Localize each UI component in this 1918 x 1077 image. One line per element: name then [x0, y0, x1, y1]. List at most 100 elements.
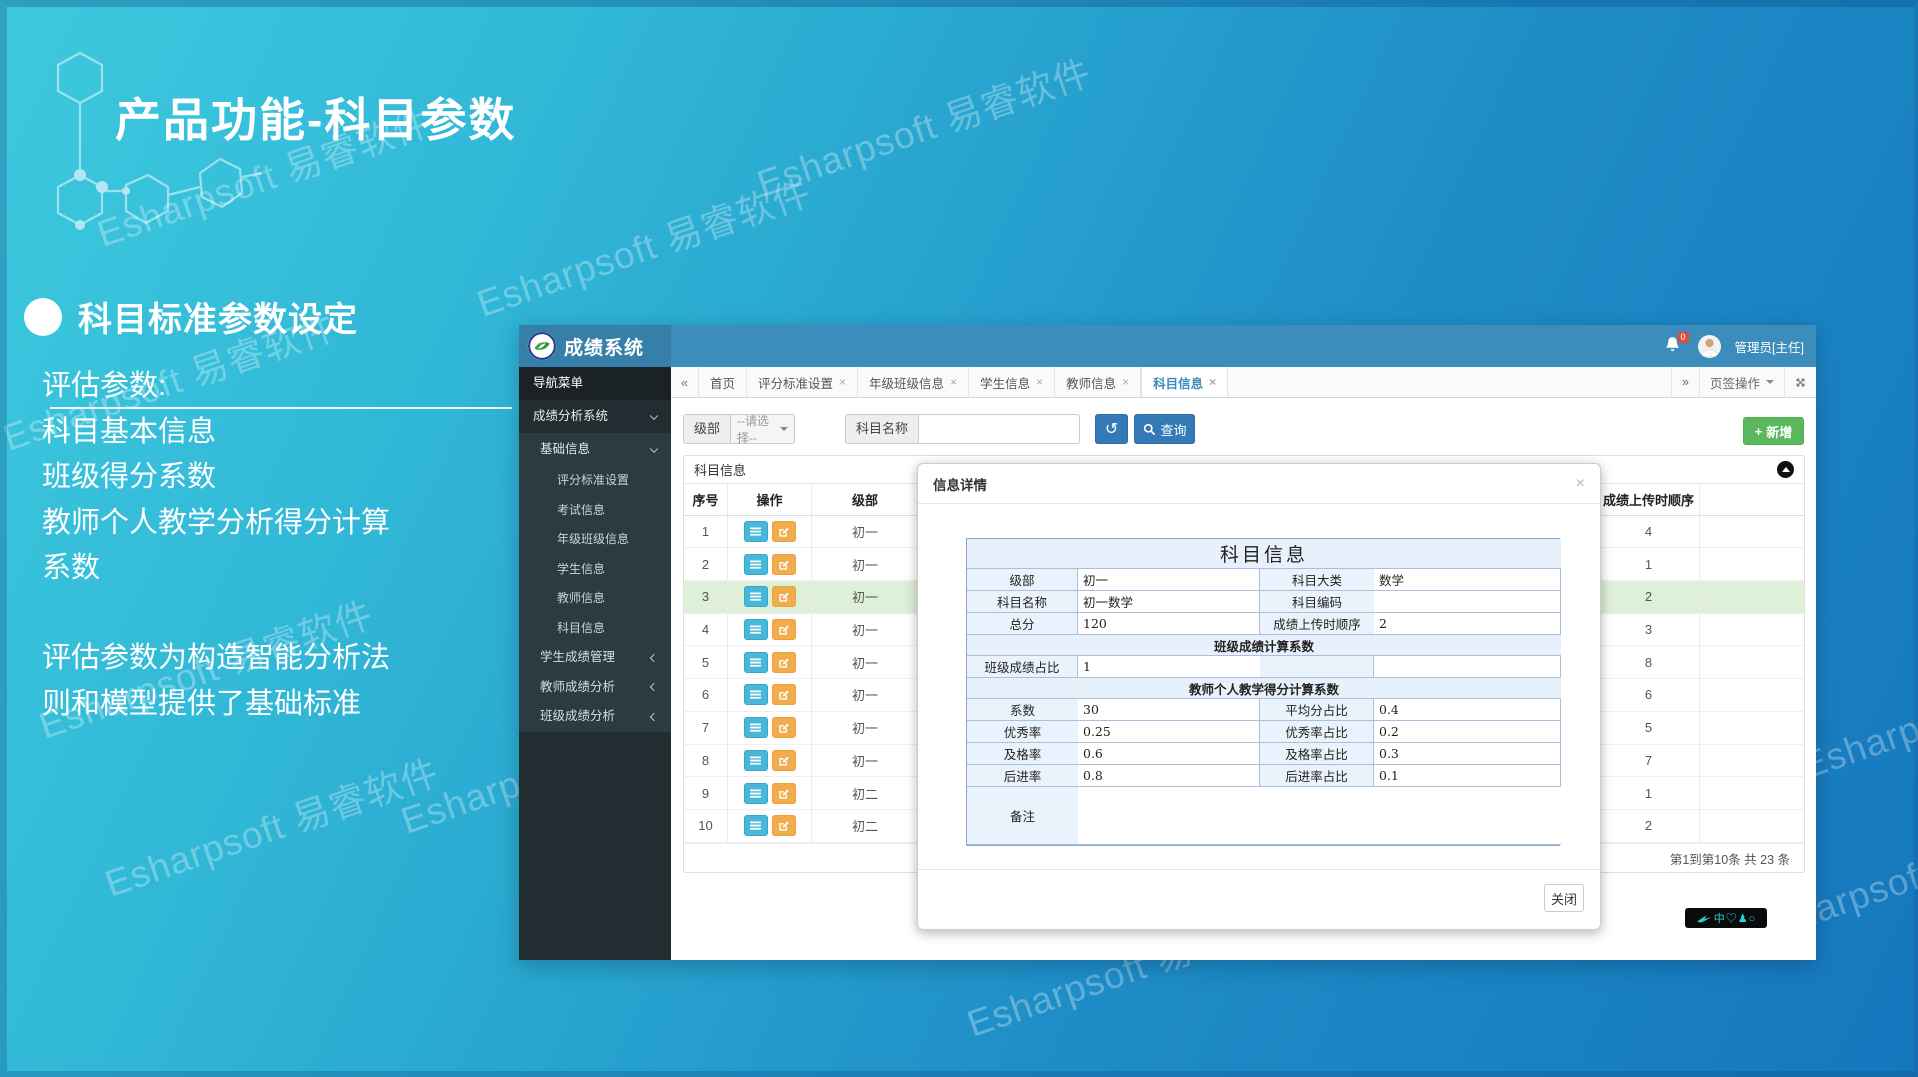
list-icon [750, 657, 761, 668]
app-brand[interactable]: 成绩系统 [519, 325, 671, 367]
view-detail-button[interactable] [744, 586, 768, 607]
row-number: 4 [684, 614, 728, 647]
row-upload-order: 1 [1598, 548, 1700, 581]
close-icon[interactable]: × [1209, 375, 1216, 389]
close-icon[interactable]: × [950, 375, 957, 389]
modal-close-icon[interactable]: × [1576, 476, 1585, 492]
slide-background: 产品功能-科目参数 Esharpsoft 易睿软件 Esharpsoft 易睿软… [0, 0, 1918, 1077]
edit-button[interactable] [772, 619, 796, 640]
chevron-left-icon [650, 683, 658, 691]
tab-operations-dropdown[interactable]: 页签操作 [1699, 367, 1784, 397]
view-detail-button[interactable] [744, 684, 768, 705]
view-detail-button[interactable] [744, 750, 768, 771]
avatar[interactable] [1698, 335, 1721, 358]
sidebar-item-student-score-mgmt[interactable]: 学生成绩管理 [519, 643, 671, 673]
row-upload-order: 8 [1598, 646, 1700, 679]
notifications-button[interactable]: 0 [1664, 335, 1684, 357]
sidebar-item-subject-info[interactable]: 科目信息 [519, 614, 671, 644]
row-actions [728, 679, 812, 712]
row-upload-order: 6 [1598, 679, 1700, 712]
sidebar-submenu: 基础信息 评分标准设置 考试信息 年级班级信息 学生信息 教师信息 科目信息 学… [519, 433, 671, 732]
view-detail-button[interactable] [744, 619, 768, 640]
sidebar-item-student-info[interactable]: 学生信息 [519, 555, 671, 585]
tab-grade-class-info[interactable]: 年级班级信息× [858, 367, 969, 397]
view-detail-button[interactable] [744, 554, 768, 575]
edit-icon [778, 624, 789, 635]
subject-name-label: 科目名称 [845, 414, 919, 444]
row-number: 2 [684, 548, 728, 581]
tab-student-info[interactable]: 学生信息× [969, 367, 1055, 397]
sidebar-item-teacher-score-analysis[interactable]: 教师成绩分析 [519, 673, 671, 703]
row-actions [728, 745, 812, 778]
sidebar-item-exam-info[interactable]: 考试信息 [519, 496, 671, 526]
row-grade: 初一 [812, 679, 919, 712]
section-teacher-coefficients: 教师个人教学得分计算系数 [967, 678, 1561, 699]
row-number: 6 [684, 679, 728, 712]
current-user[interactable]: 管理员[主任] [1735, 337, 1804, 356]
add-button[interactable]: + 新增 [1743, 417, 1804, 445]
watermark: Esharpsoft 易睿软件 [97, 742, 446, 907]
close-icon[interactable]: × [1036, 375, 1043, 389]
search-button[interactable]: 查询 [1134, 414, 1195, 444]
view-detail-button[interactable] [744, 815, 768, 836]
edit-button[interactable] [772, 586, 796, 607]
section-class-coefficients: 班级成绩计算系数 [967, 635, 1561, 656]
grade-select[interactable]: --请选择-- [731, 414, 795, 444]
sidebar-item-grade-class-info[interactable]: 年级班级信息 [519, 525, 671, 555]
list-icon [750, 722, 761, 733]
modal-close-button[interactable]: 关闭 [1544, 884, 1584, 912]
edit-button[interactable] [772, 521, 796, 542]
sidebar-item-class-score-analysis[interactable]: 班级成绩分析 [519, 702, 671, 732]
edit-button[interactable] [772, 554, 796, 575]
view-detail-button[interactable] [744, 521, 768, 542]
chevron-down-icon [650, 411, 658, 419]
column-header-filler [1700, 484, 1804, 516]
row-upload-order: 5 [1598, 712, 1700, 745]
tab-subject-info[interactable]: 科目信息× [1141, 367, 1228, 397]
row-number: 8 [684, 745, 728, 778]
column-header-grade: 级部 [812, 484, 919, 516]
tabs-scroll-left-button[interactable]: « [671, 367, 699, 397]
brand-logo-icon [527, 331, 557, 361]
row-actions [728, 777, 812, 810]
list-icon [750, 559, 761, 570]
row-actions [728, 646, 812, 679]
edit-button[interactable] [772, 783, 796, 804]
view-detail-button[interactable] [744, 652, 768, 673]
edit-icon [778, 559, 789, 570]
column-header-no: 序号 [684, 484, 728, 516]
row-grade: 初一 [812, 646, 919, 679]
sidebar-item-scoring-standard[interactable]: 评分标准设置 [519, 466, 671, 496]
close-icon[interactable]: × [1122, 375, 1129, 389]
sidebar-group-basic-info[interactable]: 基础信息 [519, 433, 671, 466]
tab-teacher-info[interactable]: 教师信息× [1055, 367, 1141, 397]
exchange-fullscreen-button[interactable] [1784, 367, 1816, 397]
view-detail-button[interactable] [744, 717, 768, 738]
tab-scoring-standard[interactable]: 评分标准设置× [747, 367, 858, 397]
edit-icon [778, 820, 789, 831]
edit-button[interactable] [772, 815, 796, 836]
sidebar-item-score-analysis-system[interactable]: 成绩分析系统 [519, 400, 671, 433]
row-upload-order: 2 [1598, 810, 1700, 843]
bullet-dot [24, 298, 62, 336]
edit-button[interactable] [772, 717, 796, 738]
edit-button[interactable] [772, 750, 796, 771]
row-grade: 初一 [812, 614, 919, 647]
refresh-button[interactable]: ↺ [1095, 414, 1128, 444]
close-icon[interactable]: × [839, 375, 846, 389]
filter-toolbar: 级部 --请选择-- 科目名称 ↺ 查询 [683, 413, 1195, 445]
refresh-icon: ↺ [1105, 419, 1118, 439]
page-title: 产品功能-科目参数 [115, 84, 516, 150]
arrow-up-icon [1782, 467, 1790, 472]
sidebar-item-teacher-info[interactable]: 教师信息 [519, 584, 671, 614]
tab-home[interactable]: 首页 [699, 367, 747, 397]
edit-button[interactable] [772, 684, 796, 705]
view-detail-button[interactable] [744, 783, 768, 804]
panel-collapse-button[interactable] [1777, 461, 1794, 478]
row-number: 3 [684, 581, 728, 614]
edit-button[interactable] [772, 652, 796, 673]
tabs-scroll-right-button[interactable]: » [1671, 367, 1699, 397]
row-grade: 初一 [812, 581, 919, 614]
subject-name-input[interactable] [919, 414, 1080, 444]
chevron-left-icon [650, 654, 658, 662]
